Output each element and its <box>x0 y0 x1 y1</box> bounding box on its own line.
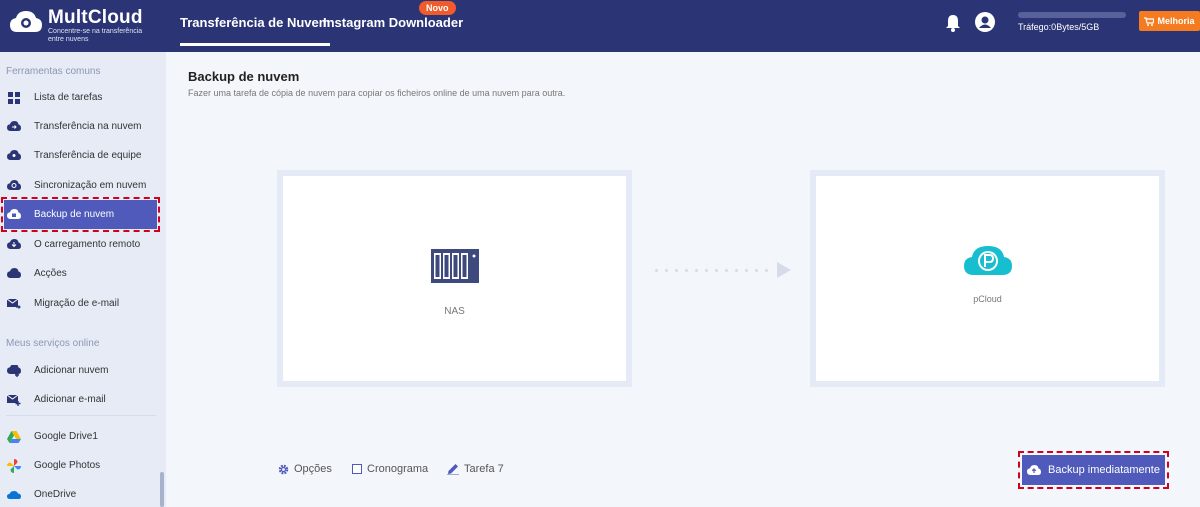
cloud-team-icon <box>7 150 21 160</box>
sidebar-item-label: OneDrive <box>34 489 77 500</box>
schedule-label: Cronograma <box>367 463 429 475</box>
sidebar-item-label: Sincronização em nuvem <box>34 180 147 191</box>
sidebar-item-onedrive[interactable]: OneDrive <box>0 480 160 507</box>
sidebar-item-label: Adicionar e-mail <box>34 394 106 405</box>
page-title: Backup de nuvem <box>188 69 300 84</box>
sidebar-item-label: Transferência na nuvem <box>34 121 142 132</box>
sidebar-item-label: Transferência de equipe <box>34 150 142 161</box>
cart-icon <box>1144 16 1155 26</box>
logo-subtitle: Concentre-se na transferência entre nuve… <box>48 28 143 43</box>
transfer-arrow <box>655 262 791 278</box>
source-panel[interactable]: NAS <box>277 170 632 387</box>
onedrive-icon <box>7 490 21 499</box>
bell-icon[interactable] <box>945 14 961 32</box>
sidebar-item-actions[interactable]: Acções <box>0 259 160 288</box>
logo[interactable]: MultCloud Concentre-se na transferência … <box>8 8 158 44</box>
backup-button-label: Backup imediatamente <box>1048 464 1160 476</box>
sidebar-item-label: O carregamento remoto <box>34 239 141 250</box>
arrow-dot <box>765 268 768 272</box>
target-panel[interactable]: pCloud <box>810 170 1165 387</box>
task-name-edit[interactable]: Tarefa 7 <box>447 463 504 475</box>
traffic-progress-bar <box>1018 12 1126 18</box>
pcloud-icon <box>963 246 1012 275</box>
arrow-dot <box>735 268 738 272</box>
upgrade-label: Melhoria <box>1157 16 1195 26</box>
sidebar-item-label: Google Photos <box>34 460 101 471</box>
arrow-dot <box>685 268 688 272</box>
sidebar-item-cloud-sync[interactable]: Sincronização em nuvem <box>0 171 160 200</box>
checkbox-icon[interactable] <box>352 464 362 474</box>
sidebar-item-add-cloud[interactable]: Adicionar nuvem <box>0 356 160 385</box>
options-label: Opções <box>294 463 332 475</box>
arrow-dot <box>715 268 718 272</box>
sidebar-item-label: Lista de tarefas <box>34 92 103 103</box>
arrow-dot <box>695 268 698 272</box>
sidebar: Ferramentas comuns Lista de tarefas Tran… <box>0 52 166 507</box>
email-migration-icon <box>7 298 21 309</box>
arrow-dot <box>665 268 668 272</box>
sidebar-item-google-drive[interactable]: Google Drive1 <box>0 422 160 451</box>
google-photos-icon <box>7 458 21 473</box>
sidebar-item-label: Google Drive1 <box>34 431 98 442</box>
section-title-online-services: Meus serviços online <box>6 338 100 349</box>
page-subtitle: Fazer uma tarefa de cópia de nuvem para … <box>188 88 566 98</box>
email-add-icon <box>7 394 21 406</box>
sidebar-item-label: Backup de nuvem <box>34 209 115 220</box>
tab-instagram-downloader[interactable]: Instagram Downloader <box>323 15 463 30</box>
options-link[interactable]: Opções <box>278 463 332 475</box>
sidebar-item-google-photos[interactable]: Google Photos <box>0 451 160 480</box>
multcloud-logo-icon <box>10 11 42 32</box>
upgrade-button[interactable]: Melhoria <box>1139 11 1200 31</box>
cloud-backup-icon <box>1027 464 1042 475</box>
cloud-transfer-icon <box>7 121 21 131</box>
sidebar-item-email-migration[interactable]: Migração de e-mail <box>0 289 160 318</box>
arrow-dot <box>745 268 748 272</box>
user-icon[interactable] <box>975 12 995 32</box>
arrow-dot <box>675 268 678 272</box>
source-label: NAS <box>444 306 465 317</box>
sidebar-item-label: Migração de e-mail <box>34 298 120 309</box>
task-label: Tarefa 7 <box>464 463 504 475</box>
sidebar-item-team-transfer[interactable]: Transferência de equipe <box>0 141 160 170</box>
sidebar-item-label: Acções <box>34 268 67 279</box>
cloud-add-icon <box>7 364 21 377</box>
tab-cloud-transfer[interactable]: Transferência de Nuvem <box>180 15 331 46</box>
new-badge: Novo <box>419 1 456 15</box>
sidebar-divider <box>6 415 156 416</box>
google-drive-icon <box>7 430 21 443</box>
nas-icon <box>430 249 479 283</box>
arrow-dot <box>705 268 708 272</box>
sidebar-item-remote-upload[interactable]: O carregamento remoto <box>0 230 160 259</box>
cloud-sync-icon <box>7 180 21 190</box>
cloud-download-icon <box>7 239 21 249</box>
sidebar-scrollbar[interactable] <box>160 472 164 507</box>
backup-now-button[interactable]: Backup imediatamente <box>1018 451 1169 489</box>
schedule-checkbox[interactable]: Cronograma <box>352 463 428 475</box>
top-bar: MultCloud Concentre-se na transferência … <box>0 0 1200 52</box>
sidebar-item-add-email[interactable]: Adicionar e-mail <box>0 385 160 414</box>
gear-icon <box>278 464 289 474</box>
cloud-actions-icon <box>7 268 21 278</box>
sidebar-item-cloud-backup[interactable]: Backup de nuvem <box>1 197 160 232</box>
sidebar-item-label: Adicionar nuvem <box>34 365 109 376</box>
sidebar-item-task-list[interactable]: Lista de tarefas <box>0 83 160 112</box>
logo-title: MultCloud <box>48 7 143 28</box>
arrow-dot <box>755 268 758 272</box>
traffic-text: Tráfego:0Bytes/5GB <box>1018 22 1100 32</box>
arrow-dot <box>725 268 728 272</box>
target-label: pCloud <box>973 294 1002 304</box>
arrow-dot <box>655 268 658 272</box>
cloud-backup-icon <box>7 209 21 219</box>
grid-icon <box>8 91 20 104</box>
section-title-common-tools: Ferramentas comuns <box>6 66 101 77</box>
sidebar-item-cloud-transfer[interactable]: Transferência na nuvem <box>0 112 160 141</box>
pencil-icon <box>447 464 459 475</box>
arrow-head-icon <box>777 262 791 278</box>
